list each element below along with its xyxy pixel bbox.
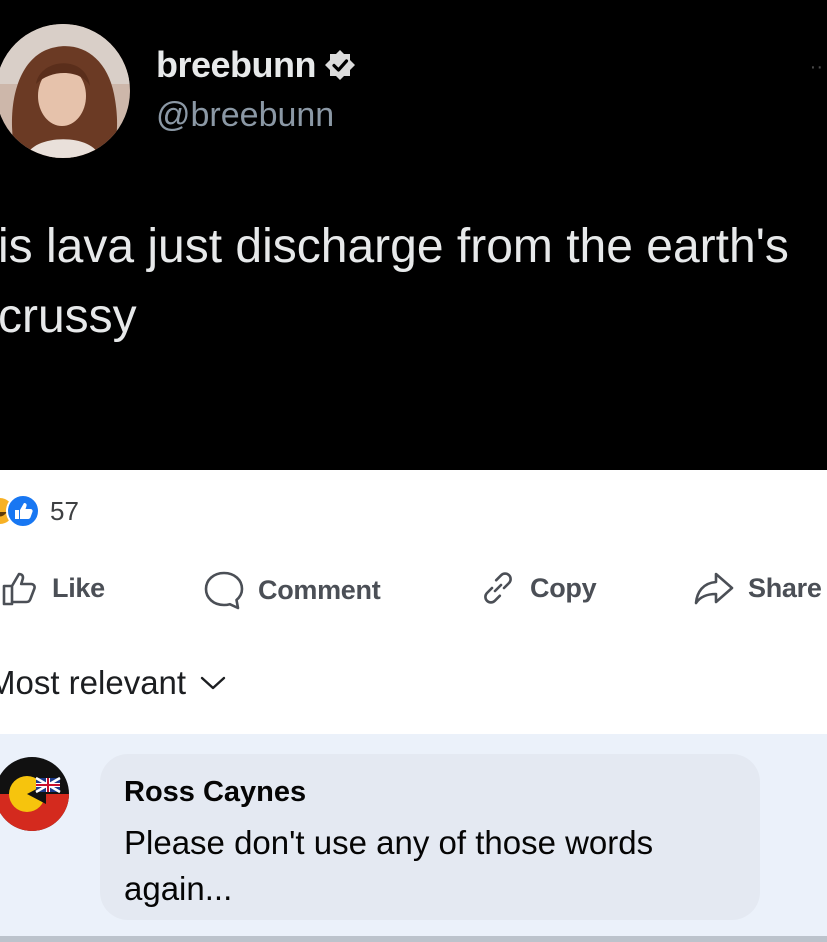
comment-text: Please don't use any of those words agai… bbox=[124, 824, 654, 907]
comment-button[interactable]: Comment bbox=[202, 568, 381, 612]
comment-bubble: Ross Caynes Please don't use any of thos… bbox=[100, 754, 760, 920]
tweet-text: is lava just discharge from the earth's … bbox=[0, 220, 789, 343]
share-label: Share bbox=[748, 572, 822, 603]
verified-badge-icon bbox=[325, 50, 356, 80]
like-label: Like bbox=[52, 572, 105, 603]
copy-label: Copy bbox=[530, 572, 597, 603]
post-action-bar: Like Comment Copy Share bbox=[0, 568, 827, 618]
more-options-icon[interactable]: ·· bbox=[810, 56, 823, 79]
comment-sort-dropdown[interactable]: Most relevant bbox=[0, 664, 226, 702]
chevron-down-icon bbox=[200, 676, 226, 690]
commenter-avatar[interactable] bbox=[0, 756, 70, 832]
tweet-display-name[interactable]: breebunn bbox=[156, 44, 356, 86]
share-button[interactable]: Share bbox=[692, 568, 822, 608]
tweet-handle[interactable]: @breebunn bbox=[156, 96, 334, 135]
commenter-name[interactable]: Ross Caynes bbox=[124, 776, 306, 809]
reaction-summary[interactable]: 57 bbox=[0, 494, 79, 528]
copy-link-button[interactable]: Copy bbox=[478, 568, 597, 608]
tweet-author-avatar[interactable] bbox=[0, 24, 130, 158]
comment-label: Comment bbox=[258, 574, 381, 605]
like-button[interactable]: Like bbox=[0, 568, 105, 608]
comment-item: Ross Caynes Please don't use any of thos… bbox=[0, 734, 827, 936]
like-reaction-icon bbox=[6, 494, 40, 528]
thumbs-up-icon bbox=[2, 572, 36, 606]
sort-label: Most relevant bbox=[0, 664, 187, 701]
reaction-count: 57 bbox=[50, 495, 79, 526]
display-name-text: breebunn bbox=[156, 44, 317, 85]
embedded-tweet: breebunn @breebunn ·· is lava just disch… bbox=[0, 0, 827, 470]
link-icon bbox=[484, 572, 512, 604]
bottom-divider bbox=[0, 936, 827, 942]
speech-bubble-icon bbox=[204, 571, 244, 610]
share-arrow-icon bbox=[694, 572, 734, 605]
